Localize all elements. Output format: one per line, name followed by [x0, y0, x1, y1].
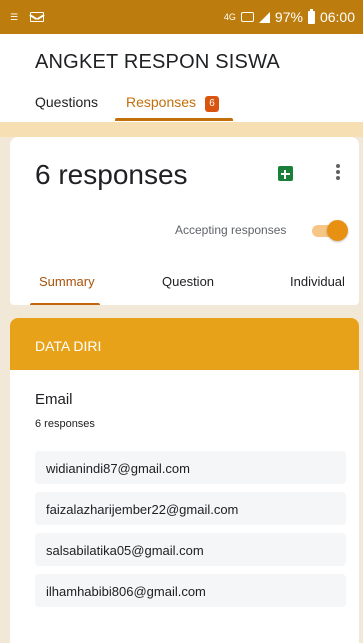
status-right: 4G 97% 06:00: [223, 8, 355, 25]
list-item: widianindi87@gmail.com: [35, 451, 346, 484]
responses-badge: 6: [205, 96, 220, 112]
question-response-count: 6 responses: [35, 418, 95, 430]
email-list: widianindi87@gmail.com faizalazharijembe…: [35, 451, 346, 615]
signal-icon: [258, 11, 270, 23]
list-item: salsabilatika05@gmail.com: [35, 533, 346, 566]
tab-summary[interactable]: Summary: [39, 274, 95, 289]
form-tabs: Questions Responses 6: [0, 92, 363, 122]
summary-card: 6 responses Accepting responses Summary …: [10, 137, 359, 305]
message-icon: [30, 12, 45, 22]
status-bar: ☰ 4G 97% 06:00: [0, 0, 363, 34]
accepting-responses-toggle[interactable]: [310, 220, 348, 241]
sheets-icon[interactable]: [278, 166, 293, 181]
list-item: ilhamhabibi806@gmail.com: [35, 574, 346, 607]
tab-question[interactable]: Question: [162, 274, 214, 289]
question-title: Email: [35, 391, 73, 408]
battery-percent: 97%: [274, 9, 303, 25]
status-left: ☰: [10, 11, 45, 22]
header-strip: [0, 122, 363, 137]
toggle-thumb: [327, 220, 348, 241]
battery-icon: [307, 8, 315, 24]
active-tab-indicator: [115, 118, 233, 121]
tab-questions-label: Questions: [35, 94, 99, 110]
form-title: ANGKET RESPON SISWA: [35, 51, 280, 73]
tab-responses-label: Responses: [126, 94, 197, 110]
responses-count: 6 responses: [35, 159, 188, 190]
notification-icon: ☰: [10, 11, 19, 22]
section-title: DATA DIRI: [35, 338, 102, 354]
tab-individual[interactable]: Individual: [290, 274, 345, 289]
app-header: ANGKET RESPON SISWA Questions Responses 6: [0, 34, 363, 122]
network-type: 4G: [223, 11, 236, 22]
screen: ☰ 4G 97% 06:00 ANGKET RESPON SISWA Quest…: [0, 0, 363, 643]
section-header: DATA DIRI: [10, 318, 359, 370]
clock: 06:00: [319, 9, 355, 25]
list-item: faizalazharijember22@gmail.com: [35, 492, 346, 525]
tab-questions[interactable]: Questions: [35, 94, 98, 122]
cast-icon: [240, 12, 254, 22]
accepting-responses-label: Accepting responses: [175, 223, 287, 237]
section-card: DATA DIRI Email 6 responses widianindi87…: [10, 318, 359, 643]
more-options-icon[interactable]: [330, 161, 346, 183]
summary-tab-indicator: [30, 303, 100, 305]
